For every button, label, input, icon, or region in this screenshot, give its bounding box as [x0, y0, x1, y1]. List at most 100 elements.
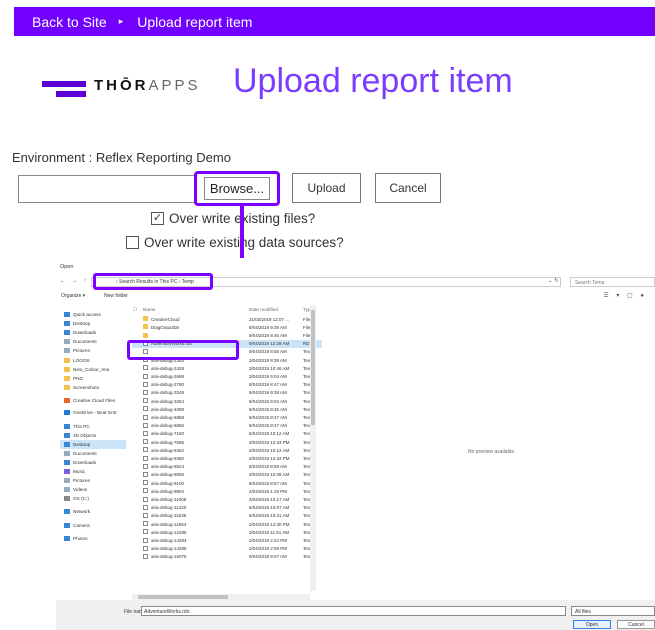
- file-row[interactable]: aria-debug-8452 2/04/2019 10:12 AM Tex: [132, 446, 322, 454]
- nav-item-label: Documents: [73, 339, 97, 344]
- file-type-filter[interactable]: All files: [571, 606, 655, 616]
- nav-item[interactable]: Quick access: [64, 310, 101, 319]
- nav-item[interactable]: LOGOS: [64, 356, 90, 365]
- nav-item[interactable]: New_Colour_Ima: [64, 365, 109, 374]
- nav-item[interactable]: Pictures: [64, 476, 90, 485]
- refresh-icon[interactable]: ⌄ ↻: [548, 278, 559, 284]
- nav-item[interactable]: Documents: [64, 449, 97, 458]
- file-row[interactable]: aria-debug-9804 2/04/2019 1:29 PM Tex: [132, 487, 322, 495]
- horizontal-scroll-thumb[interactable]: [138, 595, 228, 599]
- file-date: 8/04/2019 9:39 AM: [249, 324, 287, 330]
- file-row[interactable]: aria-debug-2780 8/04/2019 8:47 AM Tex: [132, 381, 322, 389]
- open-button[interactable]: Open: [573, 620, 611, 629]
- file-icon: [143, 381, 148, 387]
- file-row[interactable]: aria-debug-9100 8/04/2019 8:57 AM Tex: [132, 479, 322, 487]
- file-row[interactable]: CreativeCloud 21/03/2019 12:07 ... File: [132, 315, 322, 323]
- file-date: 3/04/2019 10:17 AM: [249, 496, 290, 502]
- nav-item[interactable]: Camera: [64, 521, 90, 530]
- file-row[interactable]: aria-debug-8480 2/04/2019 12:32 PM Tex: [132, 454, 322, 462]
- file-date: 3/04/2019 9:04 AM: [249, 373, 287, 379]
- nav-item[interactable]: Screenshots: [64, 383, 99, 392]
- nav-item[interactable]: Desktop: [60, 440, 126, 449]
- nav-item[interactable]: OneDrive - Bear Entr: [64, 408, 117, 417]
- file-type: Tex: [303, 447, 311, 453]
- file-row[interactable]: aria-debug-11320 5/04/2019 10:07 AM Tex: [132, 504, 322, 512]
- file-name-input[interactable]: AdventureWorks.rdo: [141, 606, 566, 616]
- file-row[interactable]: aria-debug-9056 3/04/2019 10:08 AM Tex: [132, 471, 322, 479]
- nav-item[interactable]: Downloads: [64, 458, 96, 467]
- file-row[interactable]: 9/04/2019 8:46 AM File: [132, 331, 322, 339]
- file-icon: [143, 422, 148, 428]
- file-row[interactable]: aria-debug-6956 8/04/2019 8:47 AM Tex: [132, 422, 322, 430]
- select-all-checkbox[interactable]: ☐: [133, 307, 137, 313]
- file-type: Tex: [303, 382, 311, 388]
- vertical-scrollbar[interactable]: [310, 305, 316, 591]
- nav-item[interactable]: Desktop: [64, 319, 90, 328]
- organize-button[interactable]: Organize ▾: [61, 293, 85, 299]
- dialog-title: Open: [60, 264, 74, 270]
- file-type: Tex: [303, 414, 311, 420]
- file-type: Tex: [303, 505, 311, 511]
- file-date: 8/04/2019 8:59 AM: [249, 464, 287, 470]
- file-row[interactable]: aria-debug-11008 3/04/2019 10:17 AM Tex: [132, 495, 322, 503]
- nav-item[interactable]: Downloads: [64, 328, 96, 337]
- overwrite-files-row[interactable]: ✓ Over write existing files?: [151, 211, 315, 226]
- file-name: aria-debug-9056: [151, 472, 185, 478]
- file-date: 3/04/2019 10:46 AM: [249, 365, 290, 371]
- nav-item[interactable]: Videos: [64, 485, 87, 494]
- file-row[interactable]: aria-debug-6868 8/04/2019 8:47 AM Tex: [132, 413, 322, 421]
- file-row[interactable]: aria-debug-4088 8/04/2019 8:46 AM Tex: [132, 405, 322, 413]
- nav-item[interactable]: Photos: [64, 534, 88, 543]
- search-input[interactable]: Search Temp: [570, 277, 655, 287]
- file-row[interactable]: aria-debug-14284 2/04/2019 2:24 PM Tex: [132, 536, 322, 544]
- nav-item[interactable]: Creative Cloud Files: [64, 396, 115, 405]
- view-options-icon[interactable]: ☰ ▾ ▢ ●: [603, 292, 647, 299]
- dialog-cancel-button[interactable]: Cancel: [617, 620, 655, 629]
- nav-item-icon: [64, 398, 70, 403]
- file-row[interactable]: aria-debug-7160 5/04/2019 10:12 AM Tex: [132, 430, 322, 438]
- overwrite-files-checkbox[interactable]: ✓: [151, 212, 164, 225]
- file-row[interactable]: aria-debug-14288 2/04/2019 2:09 PM Tex: [132, 545, 322, 553]
- file-path-input[interactable]: [18, 175, 196, 203]
- cancel-button[interactable]: Cancel: [375, 173, 441, 203]
- file-row[interactable]: aria-debug-8524 8/04/2019 8:59 AM Tex: [132, 463, 322, 471]
- file-row[interactable]: aria-debug-3264 8/04/2019 9:04 AM Tex: [132, 397, 322, 405]
- file-row[interactable]: aria-debug-2428 3/04/2019 10:46 AM Tex: [132, 364, 322, 372]
- file-row[interactable]: aria-debug-11664 2/04/2019 12:30 PM Tex: [132, 520, 322, 528]
- overwrite-datasources-row[interactable]: Over write existing data sources?: [126, 235, 344, 250]
- file-row[interactable]: aria-debug-11536 5/04/2019 10:31 AM Tex: [132, 512, 322, 520]
- folder-icon: [143, 316, 148, 322]
- file-type: Tex: [303, 480, 311, 486]
- file-date: 8/04/2019 8:57 AM: [249, 480, 287, 486]
- file-row[interactable]: aria-debug-3248 9/04/2019 9:38 AM Tex: [132, 389, 322, 397]
- file-row[interactable]: aria-debug-12296 3/04/2019 11:51 AM Tex: [132, 528, 322, 536]
- back-to-site-link[interactable]: Back to Site: [32, 14, 107, 30]
- browse-button-highlight[interactable]: Browse...: [194, 171, 280, 206]
- file-row[interactable]: aria-debug-15076 9/04/2019 9:07 AM Tex: [132, 553, 322, 561]
- overwrite-datasources-checkbox[interactable]: [126, 236, 139, 249]
- new-folder-button[interactable]: New folder: [104, 293, 128, 299]
- nav-item[interactable]: This PC: [64, 422, 90, 431]
- file-date: 2/04/2019 2:09 PM: [249, 546, 288, 552]
- file-name: aria-debug-7696: [151, 439, 185, 445]
- browse-button[interactable]: Browse...: [204, 177, 270, 200]
- nav-item[interactable]: PNG: [64, 374, 83, 383]
- nav-item[interactable]: 3D Objects: [64, 431, 96, 440]
- file-row[interactable]: aria-debug-2688 3/04/2019 9:04 AM Tex: [132, 372, 322, 380]
- file-row[interactable]: DiagOutputDir 8/04/2019 9:39 AM File: [132, 323, 322, 331]
- nav-item[interactable]: Music: [64, 467, 85, 476]
- column-name[interactable]: Name: [143, 307, 156, 312]
- nav-arrows-icon[interactable]: ← → ↑: [60, 278, 88, 284]
- vertical-scroll-thumb[interactable]: [311, 310, 315, 425]
- nav-item[interactable]: Network: [64, 507, 90, 516]
- nav-item[interactable]: OS (C:): [64, 494, 89, 503]
- nav-item[interactable]: Pictures: [64, 346, 90, 355]
- nav-item[interactable]: Documents: [64, 337, 97, 346]
- file-icon: [143, 529, 148, 535]
- file-name: aria-debug-7160: [151, 431, 185, 437]
- nav-item-icon: [64, 523, 70, 528]
- file-row[interactable]: aria-debug-7696 3/04/2019 12:33 PM Tex: [132, 438, 322, 446]
- file-icon: [143, 398, 148, 404]
- upload-button[interactable]: Upload: [292, 173, 361, 203]
- column-date[interactable]: Date modified: [249, 307, 278, 312]
